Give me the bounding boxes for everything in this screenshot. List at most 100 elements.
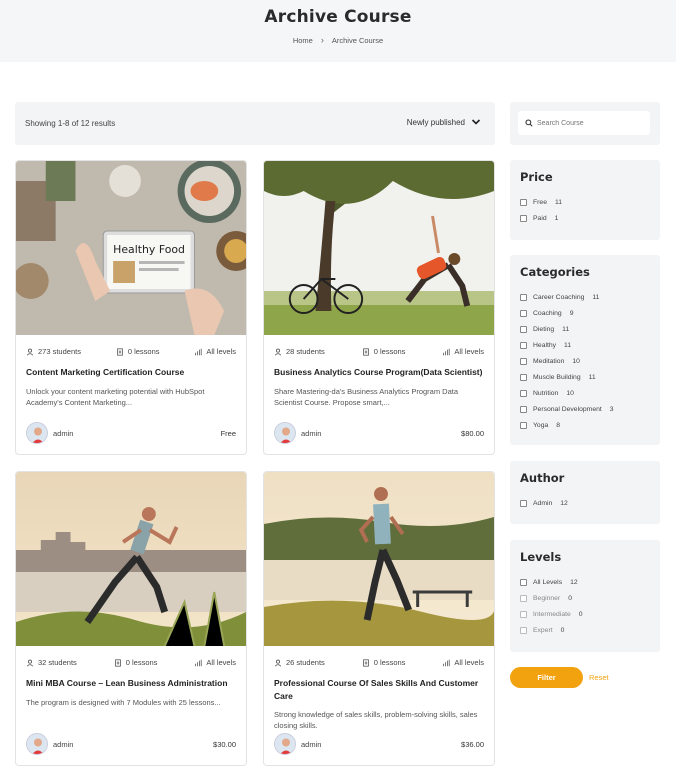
bar-chart-icon bbox=[443, 348, 451, 355]
option-label: Healthy bbox=[533, 341, 557, 349]
checkbox[interactable] bbox=[520, 389, 527, 397]
option-count: 12 bbox=[570, 578, 578, 586]
levels-filter: Levels All Levels 12 Beginner 0 Intermedia… bbox=[510, 540, 660, 652]
checkbox[interactable] bbox=[520, 293, 527, 301]
filter-option-career-coaching[interactable]: Career Coaching 11 bbox=[520, 289, 650, 305]
course-author[interactable]: admin bbox=[26, 733, 73, 755]
checkbox[interactable] bbox=[520, 214, 527, 222]
option-count: 9 bbox=[569, 309, 574, 317]
checkbox[interactable] bbox=[520, 198, 527, 206]
checkbox[interactable] bbox=[520, 610, 527, 618]
filter-option-dieting[interactable]: Dieting 11 bbox=[520, 321, 650, 337]
course-level: All levels bbox=[206, 347, 236, 356]
option-label: Beginner bbox=[533, 594, 561, 602]
course-level: All levels bbox=[454, 658, 484, 667]
author-name: admin bbox=[301, 428, 322, 438]
checkbox[interactable] bbox=[520, 309, 527, 317]
course-description: Share Mastering-da's Business Analytics … bbox=[274, 386, 459, 407]
option-count: 10 bbox=[572, 357, 580, 365]
option-count: 11 bbox=[562, 325, 570, 333]
course-title[interactable]: Business Analytics Course Program(Data S… bbox=[264, 356, 494, 379]
filter-option-paid[interactable]: Paid 1 bbox=[520, 210, 650, 226]
user-icon bbox=[26, 659, 34, 666]
filter-option-healthy[interactable]: Healthy 11 bbox=[520, 337, 650, 353]
course-title[interactable]: Professional Course Of Sales Skills And … bbox=[264, 667, 494, 702]
course-author[interactable]: admin bbox=[274, 422, 321, 444]
filter-option-nutrition[interactable]: Nutrition 10 bbox=[520, 385, 650, 401]
avatar bbox=[26, 422, 48, 444]
filter-option-yoga[interactable]: Yoga 8 bbox=[520, 417, 650, 433]
course-card[interactable]: 26 students 0 lessons All levels Profess… bbox=[263, 471, 495, 766]
checkbox[interactable] bbox=[520, 594, 527, 602]
categories-filter: Categories Career Coaching 11 Coaching 9 D… bbox=[510, 255, 660, 445]
sort-value: Newly published bbox=[406, 117, 465, 127]
option-label: Admin bbox=[533, 499, 553, 507]
course-thumbnail[interactable] bbox=[264, 472, 494, 646]
course-thumbnail[interactable] bbox=[264, 161, 494, 335]
course-author[interactable]: admin bbox=[26, 422, 73, 444]
breadcrumb-separator-icon: › bbox=[320, 35, 324, 45]
checkbox[interactable] bbox=[520, 341, 527, 349]
breadcrumb-current: Archive Course bbox=[331, 35, 384, 45]
course-card[interactable]: 28 students 0 lessons All levels Busines… bbox=[263, 160, 495, 455]
course-thumbnail[interactable]: Healthy Food bbox=[16, 161, 246, 335]
checkbox[interactable] bbox=[520, 325, 527, 333]
filter-option-muscle-building[interactable]: Muscle Building 11 bbox=[520, 369, 650, 385]
filter-option-coaching[interactable]: Coaching 9 bbox=[520, 305, 650, 321]
filter-option-meditation[interactable]: Meditation 10 bbox=[520, 353, 650, 369]
option-count: 0 bbox=[568, 594, 572, 602]
course-level: All levels bbox=[454, 347, 484, 356]
checkbox[interactable] bbox=[520, 626, 527, 634]
course-thumbnail[interactable] bbox=[16, 472, 246, 646]
checkbox[interactable] bbox=[520, 405, 527, 413]
course-description: The program is designed with 7 Modules w… bbox=[26, 697, 221, 707]
option-count: 1 bbox=[554, 214, 559, 222]
course-price: $80.00 bbox=[461, 428, 484, 438]
student-count: 32 students bbox=[38, 658, 77, 667]
course-title[interactable]: Content Marketing Certification Course bbox=[16, 356, 246, 379]
filter-option-beginner[interactable]: Beginner 0 bbox=[520, 590, 650, 606]
student-count: 273 students bbox=[38, 347, 81, 356]
breadcrumb-home[interactable]: Home bbox=[293, 36, 313, 45]
reset-button[interactable]: Reset bbox=[589, 673, 609, 682]
course-card[interactable]: Healthy Food 273 students 0 lessons All … bbox=[15, 160, 247, 455]
course-title[interactable]: Mini MBA Course – Lean Business Administ… bbox=[16, 667, 246, 690]
option-label: Coaching bbox=[533, 309, 562, 317]
option-label: Free bbox=[533, 198, 547, 206]
option-count: 11 bbox=[588, 373, 596, 381]
filter-option-intermediate[interactable]: Intermediate 0 bbox=[520, 606, 650, 622]
option-label: Expert bbox=[533, 626, 553, 634]
option-count: 11 bbox=[564, 341, 572, 349]
course-card[interactable]: 32 students 0 lessons All levels Mini MB… bbox=[15, 471, 247, 766]
filter-option-free[interactable]: Free 11 bbox=[520, 194, 650, 210]
checkbox[interactable] bbox=[520, 499, 527, 507]
search-box[interactable] bbox=[518, 111, 650, 135]
sort-dropdown[interactable]: Newly published bbox=[407, 117, 481, 127]
document-icon bbox=[362, 658, 369, 667]
bar-chart-icon bbox=[195, 659, 203, 666]
search-input[interactable] bbox=[537, 119, 647, 127]
filter-option-all-levels[interactable]: All Levels 12 bbox=[520, 574, 650, 590]
checkbox[interactable] bbox=[520, 357, 527, 365]
lesson-count: 0 lessons bbox=[125, 658, 158, 667]
course-description: Strong knowledge of sales skills, proble… bbox=[274, 710, 478, 730]
filter-option-expert[interactable]: Expert 0 bbox=[520, 622, 650, 638]
document-icon bbox=[114, 658, 121, 667]
author-name: admin bbox=[301, 739, 322, 749]
course-description: Unlock your content marketing potential … bbox=[26, 386, 205, 407]
price-filter-title: Price bbox=[520, 170, 553, 184]
course-author[interactable]: admin bbox=[274, 733, 321, 755]
author-name: admin bbox=[53, 739, 74, 749]
checkbox[interactable] bbox=[520, 421, 527, 429]
filter-option-admin[interactable]: Admin 12 bbox=[520, 495, 650, 511]
search-icon bbox=[525, 119, 533, 127]
option-label: Dieting bbox=[533, 325, 555, 333]
checkbox[interactable] bbox=[520, 373, 527, 381]
checkbox[interactable] bbox=[520, 578, 527, 586]
document-icon bbox=[117, 347, 123, 356]
avatar bbox=[274, 733, 296, 755]
filter-button[interactable]: Filter bbox=[510, 667, 583, 688]
student-count: 28 students bbox=[286, 347, 325, 356]
filter-option-personal-development[interactable]: Personal Development 3 bbox=[520, 401, 650, 417]
user-icon bbox=[26, 348, 34, 355]
